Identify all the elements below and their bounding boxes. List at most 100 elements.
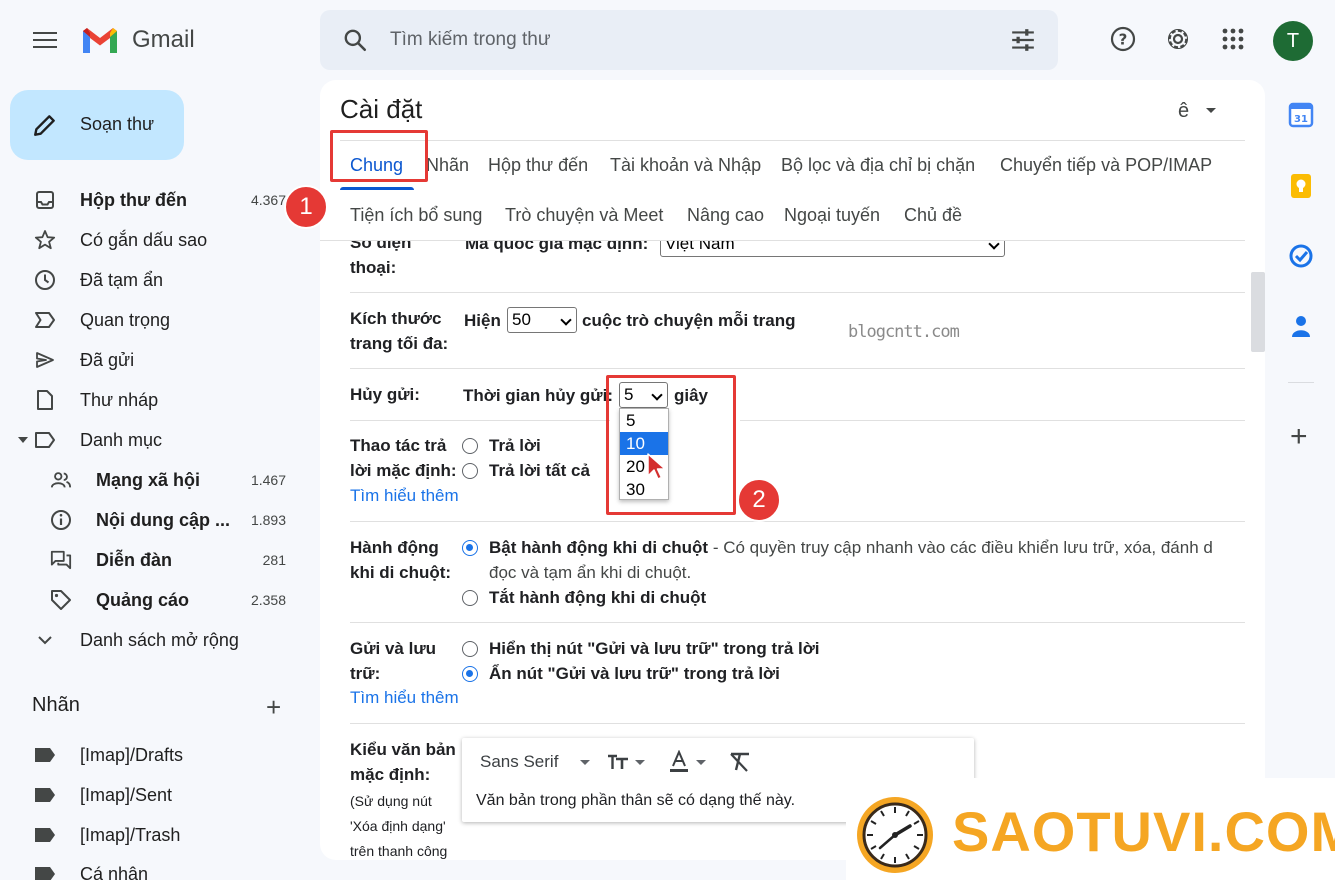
tab-chat-meet[interactable]: Trò chuyện và Meet — [505, 205, 663, 226]
sidebar-item-inbox[interactable]: Hộp thư đến 4.367 — [0, 182, 300, 218]
sidebar-item-more[interactable]: Danh sách mở rộng — [0, 622, 300, 658]
create-label-plus-icon[interactable]: + — [266, 694, 281, 720]
reply-radio[interactable] — [462, 438, 478, 454]
tab-advanced[interactable]: Nâng cao — [687, 205, 764, 226]
brand-text: SAOTUVI.COM — [952, 800, 1335, 863]
reply-option-label: Trả lời — [489, 436, 541, 455]
settings-gear-icon[interactable] — [1163, 24, 1193, 54]
learn-more-link[interactable]: Tìm hiểu thêm — [350, 688, 459, 708]
annotation-badge-1: 1 — [284, 185, 328, 229]
sidebar-item-label: Mạng xã hội — [96, 469, 201, 490]
sidebar-item-social[interactable]: Mạng xã hội 1.467 — [0, 462, 300, 498]
clock-logo-icon — [857, 797, 933, 873]
sidebar-item-label: Nội dung cập ... — [96, 509, 230, 530]
hover-on-radio[interactable] — [462, 540, 478, 556]
people-icon — [50, 469, 72, 491]
active-tab-indicator — [340, 187, 414, 190]
learn-more-link[interactable]: Tìm hiểu thêm — [350, 486, 459, 506]
tab-forwarding[interactable]: Chuyển tiếp và POP/IMAP — [1000, 155, 1212, 176]
reply-all-radio[interactable] — [462, 463, 478, 479]
text-size-icon[interactable] — [606, 752, 630, 772]
tab-addons[interactable]: Tiện ích bổ sung — [350, 205, 482, 226]
label-outline-icon — [34, 429, 56, 451]
pencil-icon — [34, 115, 55, 136]
sidebar-label-trash[interactable]: [Imap]/Trash — [0, 817, 300, 853]
reply-all-option-label: Trả lời tất cả — [489, 461, 590, 480]
chevron-down-icon[interactable] — [1206, 108, 1216, 113]
calendar-icon[interactable]: 31 — [1288, 102, 1314, 128]
apps-grid-icon[interactable] — [1218, 24, 1248, 54]
contacts-icon[interactable] — [1288, 313, 1314, 339]
account-avatar[interactable]: T — [1273, 21, 1313, 61]
hide-send-archive-radio[interactable] — [462, 666, 478, 682]
tab-themes[interactable]: Chủ đề — [904, 205, 962, 226]
inbox-icon — [34, 189, 56, 211]
watermark-text: blogcntt.com — [848, 322, 960, 342]
divider — [350, 292, 1245, 293]
sidebar-item-count: 2.358 — [250, 592, 286, 608]
hover-off-radio[interactable] — [462, 590, 478, 606]
main-menu-button[interactable] — [33, 30, 57, 50]
sidebar-item-important[interactable]: Quan trọng — [0, 302, 300, 338]
sidebar-item-label: [Imap]/Trash — [80, 824, 181, 845]
phone-country-text: Mã quốc gia mặc định: — [465, 241, 649, 253]
compose-button[interactable]: Soạn thư — [10, 90, 184, 160]
chevron-down-icon[interactable] — [696, 760, 706, 765]
sidebar-item-label: Hộp thư đến — [80, 189, 188, 210]
tab-offline[interactable]: Ngoại tuyến — [784, 205, 880, 226]
search-bar[interactable] — [320, 10, 1058, 70]
sidebar-item-count: 1.467 — [250, 472, 286, 488]
sidebar-item-sent[interactable]: Đã gửi — [0, 342, 300, 378]
divider — [1288, 382, 1314, 383]
show-send-archive-radio[interactable] — [462, 641, 478, 657]
gmail-logo[interactable]: Gmail — [80, 24, 195, 56]
sidebar-item-label: Đã gửi — [80, 349, 135, 370]
sidebar-item-updates[interactable]: Nội dung cập ... 1.893 — [0, 502, 300, 538]
sidebar-item-forums[interactable]: Diễn đàn 281 — [0, 542, 300, 578]
remove-formatting-icon[interactable] — [728, 751, 752, 773]
sidebar-item-starred[interactable]: Có gắn dấu sao — [0, 222, 300, 258]
page-size-select[interactable]: 50 — [507, 307, 577, 333]
settings-scrollbar[interactable] — [1251, 272, 1265, 352]
tab-accounts[interactable]: Tài khoản và Nhập — [610, 155, 761, 176]
search-icon[interactable] — [342, 27, 368, 53]
sidebar-item-label: Đã tạm ẩn — [80, 269, 164, 290]
phone-country-select[interactable]: Việt Nam — [660, 241, 1005, 257]
search-options-icon[interactable] — [1010, 28, 1036, 52]
phone-label: Số điện thoại: — [350, 241, 412, 277]
hover-off-option-label: Tắt hành động khi di chuột — [489, 588, 707, 607]
sidebar-item-promotions[interactable]: Quảng cáo 2.358 — [0, 582, 300, 618]
text-style-note: (Sử dụng nút 'Xóa định dạng' trên thanh cô… — [350, 793, 448, 859]
chevron-down-icon[interactable] — [580, 760, 590, 765]
sidebar-item-drafts[interactable]: Thư nháp — [0, 382, 300, 418]
hover-on-description: đọc và tạm ẩn khi di chuột. — [489, 563, 692, 582]
get-addons-plus-icon[interactable]: + — [1290, 422, 1308, 452]
sidebar-label-sent[interactable]: [Imap]/Sent — [0, 777, 300, 813]
text-color-icon[interactable] — [668, 750, 690, 774]
chevron-down-icon[interactable] — [635, 760, 645, 765]
search-input[interactable] — [390, 26, 990, 54]
hover-on-option-label: Bật hành động khi di chuột - Có quyền tr… — [489, 538, 1213, 557]
tab-inbox[interactable]: Hộp thư đến — [488, 155, 588, 176]
tasks-icon[interactable] — [1288, 243, 1314, 269]
divider — [350, 368, 1245, 369]
tab-labels[interactable]: Nhãn — [426, 155, 469, 176]
divider — [350, 420, 610, 421]
font-family-select[interactable]: Sans Serif — [480, 752, 558, 772]
tab-filters[interactable]: Bộ lọc và địa chỉ bị chặn — [781, 155, 975, 176]
sidebar-item-categories[interactable]: Danh mục — [0, 422, 300, 458]
sidebar-label-drafts[interactable]: [Imap]/Drafts — [0, 737, 300, 773]
collapse-caret-icon[interactable] — [18, 437, 28, 443]
annotation-box-1 — [330, 130, 428, 182]
sidebar-item-count: 281 — [262, 552, 286, 568]
label-tag-icon — [35, 788, 55, 802]
input-tools-icon[interactable]: ê — [1178, 100, 1189, 123]
labels-heading: Nhãn — [32, 694, 80, 716]
sidebar-item-label: Cá nhân — [80, 863, 149, 880]
page-size-prefix: Hiện — [464, 311, 501, 330]
help-icon[interactable]: ? — [1108, 24, 1138, 54]
sidebar-label-personal[interactable]: Cá nhân — [0, 856, 300, 880]
sidebar-item-snoozed[interactable]: Đã tạm ẩn — [0, 262, 300, 298]
sidebar-item-label: Thư nháp — [80, 389, 159, 410]
keep-notes-icon[interactable] — [1288, 173, 1314, 199]
